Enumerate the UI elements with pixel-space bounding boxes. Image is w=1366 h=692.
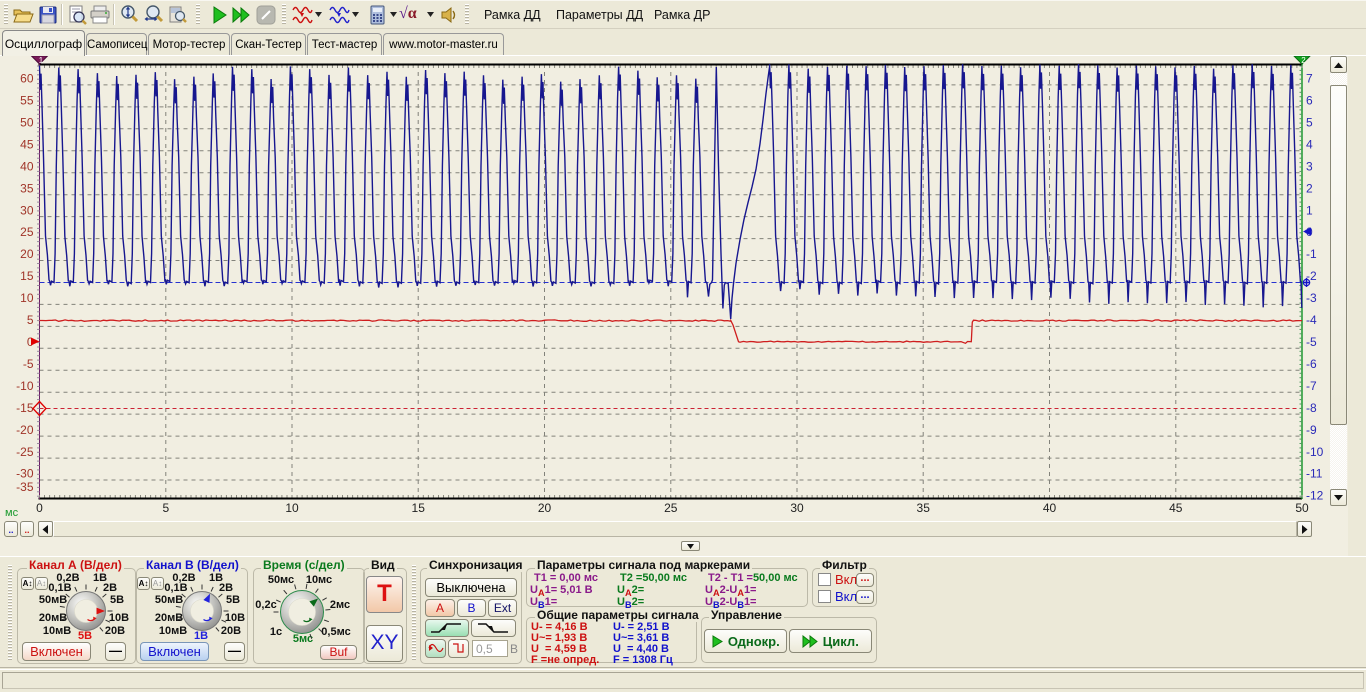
svg-text:5: 5	[162, 501, 169, 515]
svg-text:20: 20	[538, 501, 552, 515]
svg-text:30: 30	[790, 501, 804, 515]
svg-text:-5: -5	[23, 357, 34, 371]
svg-text:-9: -9	[1306, 423, 1317, 437]
svg-text:1: 1	[39, 56, 44, 65]
svg-text:3: 3	[1306, 159, 1313, 173]
svg-text:40: 40	[1043, 501, 1057, 515]
svg-text:5: 5	[27, 313, 34, 327]
svg-text:50: 50	[20, 116, 34, 130]
svg-text:-2: -2	[1306, 269, 1317, 283]
svg-text:6: 6	[1306, 94, 1313, 108]
svg-text:-4: -4	[1306, 313, 1317, 327]
svg-text:55: 55	[20, 94, 34, 108]
svg-text:35: 35	[917, 501, 931, 515]
svg-text:-7: -7	[1306, 379, 1317, 393]
svg-text:25: 25	[664, 501, 678, 515]
svg-text:2: 2	[1301, 56, 1306, 65]
svg-text:45: 45	[20, 138, 34, 152]
svg-text:4: 4	[1306, 138, 1313, 152]
svg-text:-10: -10	[1306, 445, 1324, 459]
svg-text:50: 50	[1295, 501, 1309, 515]
svg-text:-8: -8	[1306, 401, 1317, 415]
svg-text:5: 5	[1306, 116, 1313, 130]
svg-text:10: 10	[285, 501, 299, 515]
svg-text:10: 10	[20, 291, 34, 305]
svg-text:-1: -1	[1306, 247, 1317, 261]
svg-text:-10: -10	[16, 379, 34, 393]
svg-text:-6: -6	[1306, 357, 1317, 371]
svg-text:60: 60	[20, 72, 34, 86]
svg-text:1: 1	[1306, 203, 1313, 217]
svg-text:-30: -30	[16, 467, 34, 481]
svg-text:15: 15	[412, 501, 426, 515]
svg-text:-25: -25	[16, 445, 34, 459]
svg-text:-15: -15	[16, 401, 34, 415]
svg-text:35: 35	[20, 181, 34, 195]
svg-text:7: 7	[1306, 72, 1313, 86]
svg-text:-3: -3	[1306, 291, 1317, 305]
svg-text:30: 30	[20, 203, 34, 217]
svg-text:40: 40	[20, 159, 34, 173]
svg-text:-11: -11	[1306, 467, 1323, 481]
svg-text:45: 45	[1169, 501, 1183, 515]
svg-text:25: 25	[20, 225, 34, 239]
svg-text:0: 0	[36, 501, 43, 515]
svg-text:-5: -5	[1306, 335, 1317, 349]
svg-text:-35: -35	[16, 480, 34, 494]
svg-text:15: 15	[20, 269, 34, 283]
svg-text:-20: -20	[16, 423, 34, 437]
svg-text:20: 20	[20, 247, 34, 261]
svg-text:мс: мс	[5, 507, 19, 519]
svg-text:2: 2	[1306, 181, 1313, 195]
